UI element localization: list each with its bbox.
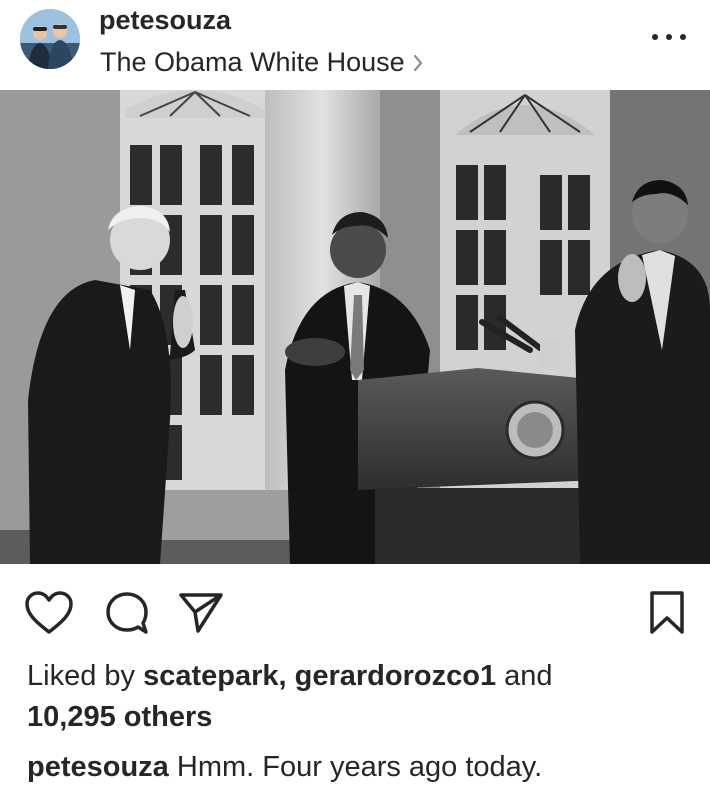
likes-others-link[interactable]: 10,295 others (27, 701, 212, 733)
likes-summary: Liked by scatepark, gerardorozco1 and 10… (27, 656, 697, 738)
post-header: petesouza The Obama White House (0, 0, 710, 90)
post-image (0, 90, 710, 564)
avatar-photo (20, 9, 80, 69)
user-avatar[interactable] (20, 9, 80, 69)
post-caption: petesouza Hmm. Four years ago today. (27, 747, 697, 788)
caption-text: Hmm. Four years ago today. (176, 751, 543, 783)
share-button[interactable] (178, 590, 224, 636)
post-photo[interactable] (0, 90, 710, 564)
post-username[interactable]: petesouza (99, 2, 231, 38)
liker-link-1[interactable]: scatepark, (143, 660, 287, 692)
comment-button[interactable] (104, 590, 150, 636)
chevron-right-icon (413, 45, 423, 81)
like-button[interactable] (24, 590, 74, 636)
post-actions-bar (0, 564, 710, 654)
heart-outline-icon (25, 591, 73, 634)
more-options-button[interactable] (652, 27, 686, 47)
liker-link-2[interactable]: gerardorozco1 (295, 660, 496, 692)
caption-username[interactable]: petesouza (27, 751, 169, 783)
ellipsis-dot (666, 34, 672, 40)
location-label: The Obama White House (100, 47, 405, 77)
ellipsis-dot (680, 34, 686, 40)
paper-plane-icon (179, 593, 223, 633)
likes-prefix: Liked by (27, 660, 136, 692)
ellipsis-icon (652, 34, 658, 40)
save-button[interactable] (648, 590, 686, 636)
likes-connector: and (504, 660, 553, 692)
speech-bubble-icon (106, 592, 148, 634)
bookmark-icon (650, 591, 684, 634)
post-location[interactable]: The Obama White House (100, 43, 423, 81)
